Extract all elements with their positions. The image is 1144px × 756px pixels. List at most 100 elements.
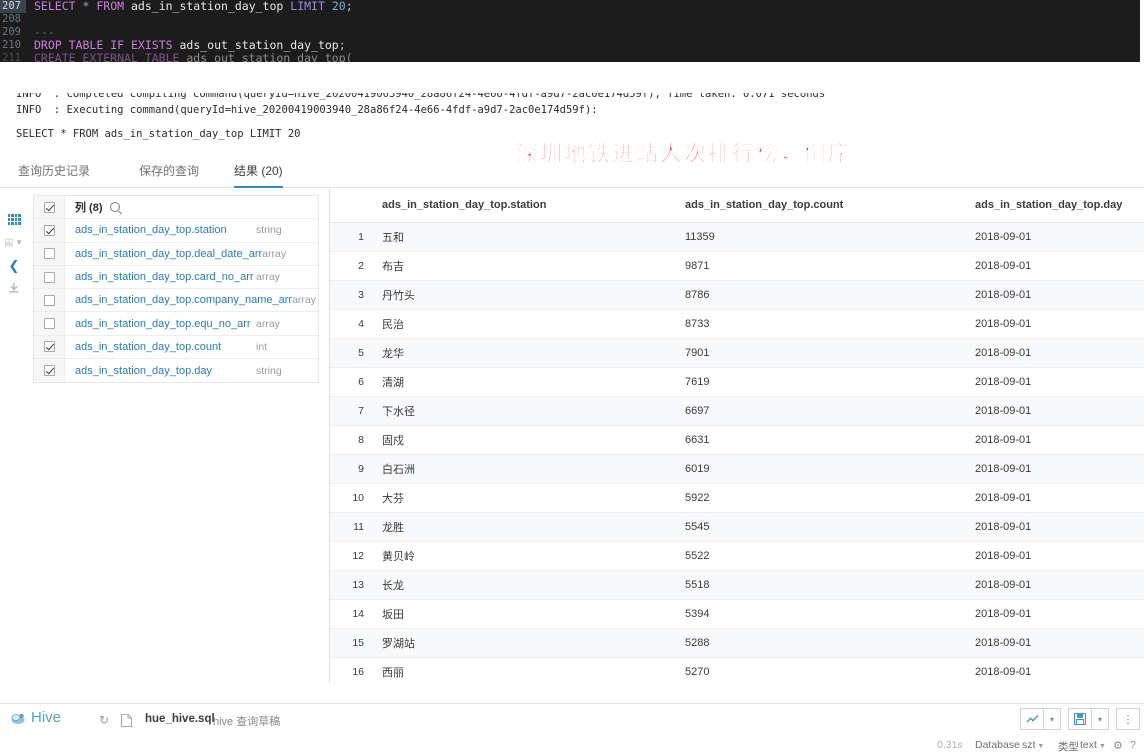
column-checkbox[interactable] [43,294,55,306]
col-header-count[interactable]: ads_in_station_day_top.count [685,188,975,223]
table-row[interactable]: 4 民治 8733 2018-09-01 [330,309,1144,339]
cell-station: 罗湖站 [373,628,685,658]
column-checkbox[interactable] [43,248,55,260]
cell-index: 12 [330,541,373,571]
column-checkbox[interactable] [43,271,55,283]
select-all-checkbox[interactable] [43,201,55,213]
cell-index: 4 [330,309,373,339]
select-all-checkbox-cell[interactable] [34,196,65,219]
column-name[interactable]: ads_in_station_day_top.count [65,341,256,353]
columns-panel-header: 列 (8) [34,196,318,220]
save-button-group: ▾ [1068,708,1109,730]
cell-count: 5518 [685,570,975,600]
column-row[interactable]: ads_in_station_day_top.count int [34,335,318,360]
cell-index: 2 [330,251,373,281]
gear-icon[interactable]: ⚙ [1113,739,1123,752]
download-icon[interactable] [5,279,23,297]
table-row[interactable]: 10 大芬 5922 2018-09-01 [330,483,1144,513]
column-type: string [256,224,282,237]
column-name[interactable]: ads_in_station_day_top.day [65,365,256,377]
cell-index: 6 [330,367,373,397]
undo-icon[interactable]: ↻ [97,714,111,728]
table-row[interactable]: 12 黄贝岭 5522 2018-09-01 [330,541,1144,571]
chevron-down-icon[interactable]: ▼ [15,238,23,247]
save-button[interactable] [1068,708,1092,730]
column-name[interactable]: ads_in_station_day_top.station [65,224,256,236]
code-line-207[interactable]: 207 SELECT * FROM ads_in_station_day_top … [0,0,1140,13]
cell-count: 6019 [685,454,975,484]
type-selector[interactable]: text ▼ [1080,739,1106,751]
chart-dropdown-caret[interactable]: ▾ [1044,708,1061,730]
search-icon[interactable] [109,202,120,213]
chart-toggle-button[interactable] [1020,708,1044,730]
more-options-button[interactable]: ⋮ [1116,708,1140,730]
cell-count: 5922 [685,483,975,513]
database-selector[interactable]: szt ▼ [1022,739,1044,751]
column-checkbox-cell[interactable] [34,359,65,383]
column-type: string [256,364,282,377]
cell-count: 6697 [685,396,975,426]
table-row[interactable]: 7 下水径 6697 2018-09-01 [330,396,1144,426]
cell-day: 2018-09-01 [975,251,1144,281]
code-line-208[interactable]: 208 [0,13,1140,26]
cell-station: 固戍 [373,425,685,455]
save-dropdown-caret[interactable]: ▾ [1092,708,1109,730]
chevron-left-icon[interactable]: ❮ [5,256,23,274]
column-row[interactable]: ads_in_station_day_top.equ_no_arr array [34,312,318,336]
tab-saved-queries[interactable]: 保存的查询 [139,158,199,188]
file-icon[interactable] [119,714,133,728]
database-label: Database [975,739,1020,751]
table-row[interactable]: 8 固戍 6631 2018-09-01 [330,425,1144,455]
cell-station: 坂田 [373,599,685,629]
column-row[interactable]: ads_in_station_day_top.day string [34,359,318,383]
sql-editor[interactable]: 207 SELECT * FROM ads_in_station_day_top … [0,0,1140,62]
column-name[interactable]: ads_in_station_day_top.deal_date_arr [65,248,262,260]
column-checkbox-cell[interactable] [34,335,65,359]
column-row[interactable]: ads_in_station_day_top.card_no_arr array [34,265,318,290]
tab-results[interactable]: 结果 (20) [234,158,283,188]
grid-icon[interactable] [5,210,23,228]
table-row[interactable]: 13 长龙 5518 2018-09-01 [330,570,1144,600]
table-row[interactable]: 1 五和 11359 2018-09-01 [330,222,1144,252]
chart-icon[interactable]: ▼ [5,233,23,251]
code-line-211[interactable]: 211 CREATE EXTERNAL TABLE ads_out_station… [0,52,1140,62]
column-checkbox[interactable] [43,224,55,236]
col-header-day[interactable]: ads_in_station_day_top.day [975,188,1144,223]
column-checkbox[interactable] [43,318,55,330]
column-checkbox-cell[interactable] [34,242,65,265]
column-checkbox-cell[interactable] [34,289,65,312]
tab-query-history[interactable]: 查询历史记录 [18,158,90,188]
column-checkbox[interactable] [43,341,55,353]
cell-station: 五和 [373,222,685,252]
table-row[interactable]: 3 丹竹头 8786 2018-09-01 [330,280,1144,310]
col-header-index[interactable] [330,188,373,223]
table-row[interactable]: 14 坂田 5394 2018-09-01 [330,599,1144,629]
column-name[interactable]: ads_in_station_day_top.company_name_arr [65,294,292,306]
table-row[interactable]: 6 清湖 7619 2018-09-01 [330,367,1144,397]
cell-station: 民治 [373,309,685,339]
chevron-down-icon: ▼ [1037,743,1045,750]
column-row[interactable]: ads_in_station_day_top.deal_date_arr arra… [34,242,318,266]
column-checkbox[interactable] [43,365,55,377]
column-checkbox-cell[interactable] [34,312,65,335]
column-checkbox-cell[interactable] [34,265,65,289]
col-header-station[interactable]: ads_in_station_day_top.station [373,188,685,223]
help-icon[interactable]: ? [1130,739,1136,751]
cell-index: 11 [330,512,373,542]
table-row[interactable]: 16 西丽 5270 2018-09-01 [330,657,1144,683]
cell-day: 2018-09-01 [975,570,1144,600]
query-filename[interactable]: hue_hive.sql [145,713,215,725]
table-row[interactable]: 9 白石洲 6019 2018-09-01 [330,454,1144,484]
table-row[interactable]: 15 罗湖站 5288 2018-09-01 [330,628,1144,658]
column-name[interactable]: ads_in_station_day_top.equ_no_arr [65,318,256,330]
table-row[interactable]: 11 龙胜 5545 2018-09-01 [330,512,1144,542]
column-checkbox-cell[interactable] [34,219,65,242]
status-line: 0.31s Database szt ▼ 类型 text ▼ ⚙ ? [0,735,1144,756]
cell-index: 8 [330,425,373,455]
column-row[interactable]: ads_in_station_day_top.station string [34,219,318,243]
column-row[interactable]: ads_in_station_day_top.company_name_arr a… [34,289,318,313]
table-row[interactable]: 2 布吉 9871 2018-09-01 [330,251,1144,281]
table-row[interactable]: 5 龙华 7901 2018-09-01 [330,338,1144,368]
results-table-container[interactable]: ads_in_station_day_top.station ads_in_st… [329,188,1144,683]
column-name[interactable]: ads_in_station_day_top.card_no_arr [65,271,256,283]
